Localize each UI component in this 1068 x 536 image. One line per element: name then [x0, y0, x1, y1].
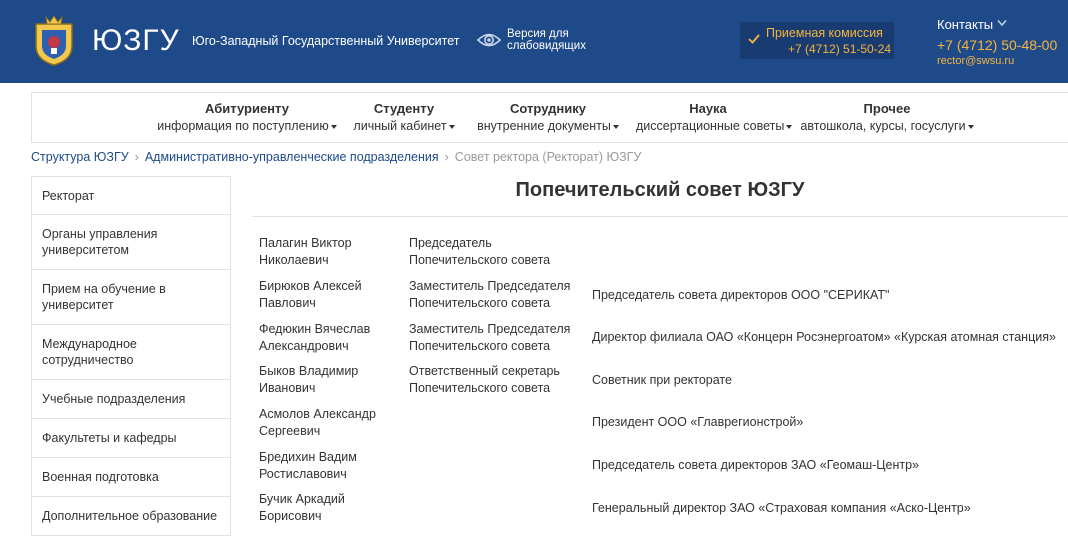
sidebar-item-international[interactable]: Международное сотрудничество — [31, 325, 231, 380]
breadcrumb-link[interactable]: Структура ЮЗГУ — [31, 150, 129, 164]
member-position: Председатель совета директоров ООО "СЕРИ… — [592, 288, 890, 302]
breadcrumb-separator: › — [134, 150, 139, 164]
member-role: Заместитель Председателя Попечительского… — [409, 279, 571, 310]
member-position: Советник при ректорате — [592, 373, 732, 387]
sidebar-item-education-units[interactable]: Учебные подразделения — [31, 380, 231, 419]
sidebar-item-additional-education[interactable]: Дополнительное образование — [31, 497, 231, 536]
university-full-name: Юго-Западный Государственный Университет — [192, 34, 460, 48]
sidebar-item-admission[interactable]: Прием на обучение в университет — [31, 270, 231, 325]
member-position: Генеральный директор ЗАО «Страховая комп… — [592, 501, 971, 515]
nav-item-applicants[interactable]: Абитуриенту информация по поступлению — [157, 101, 337, 133]
admission-office-button[interactable]: Приемная комиссия +7 (4712) 51-50-24 — [740, 22, 894, 59]
member-role: Ответственный секретарь Попечительского … — [409, 364, 560, 395]
breadcrumb: Структура ЮЗГУ › Административно-управленч… — [31, 150, 641, 164]
chevron-down-icon[interactable] — [997, 19, 1007, 27]
caret-down-icon — [612, 124, 619, 129]
contacts-dropdown[interactable]: Контакты — [937, 17, 993, 32]
nav-item-students[interactable]: Студенту личный кабинет — [344, 101, 464, 133]
site-header: ЮЗГУ Юго-Западный Государственный Универ… — [0, 0, 1068, 83]
nav-subtitle[interactable]: личный кабинет — [344, 119, 464, 133]
breadcrumb-link[interactable]: Административно-управленческие подраздел… — [145, 150, 439, 164]
member-name: Асмолов Александр Сергеевич — [259, 407, 376, 438]
nav-item-staff[interactable]: Сотруднику внутренние документы — [468, 101, 628, 133]
member-name: Быков Владимир Иванович — [259, 364, 359, 395]
nav-item-science[interactable]: Наука диссертационные советы — [636, 101, 793, 133]
main-navigation: Абитуриенту информация по поступлению Ст… — [31, 92, 1068, 143]
nav-title: Наука — [689, 101, 727, 116]
member-role: Председатель Попечительского совета — [409, 236, 551, 267]
nav-subtitle-text: внутренние документы — [477, 119, 611, 133]
page-title: Попечительский совет ЮЗГУ — [515, 179, 805, 201]
member-position: Председатель совета директоров ЗАО «Геом… — [592, 458, 920, 472]
sidebar-menu: Ректорат Органы управления университетом… — [31, 176, 231, 536]
member-name: Палагин Виктор Николаевич — [259, 236, 352, 267]
member-name: Федюкин Вячеслав Александрович — [259, 322, 371, 353]
caret-down-icon — [448, 124, 455, 129]
nav-title: Сотруднику — [510, 101, 586, 116]
nav-subtitle[interactable]: автошкола, курсы, госуслуги — [787, 119, 987, 133]
caret-down-icon — [330, 124, 337, 129]
sidebar-item-faculties[interactable]: Факультеты и кафедры — [31, 419, 231, 458]
contacts-email[interactable]: rector@swsu.ru — [937, 55, 1014, 67]
accessibility-version-link[interactable]: Версия для слабовидящих — [507, 28, 586, 52]
caret-down-icon — [967, 124, 974, 129]
coat-of-arms-logo[interactable] — [30, 14, 78, 66]
nav-subtitle[interactable]: информация по поступлению — [157, 119, 337, 133]
admission-phone: +7 (4712) 51-50-24 — [788, 42, 892, 56]
sidebar-item-rectorate[interactable]: Ректорат — [31, 176, 231, 215]
breadcrumb-current: Совет ректора (Ректорат) ЮЗГУ — [454, 150, 642, 164]
nav-subtitle-text: информация по поступлению — [157, 119, 329, 133]
title-divider — [252, 216, 1068, 217]
accessibility-line-2: слабовидящих — [507, 40, 586, 52]
member-name: Бучик Аркадий Борисович — [259, 492, 345, 523]
sidebar-item-military[interactable]: Военная подготовка — [31, 458, 231, 497]
nav-subtitle[interactable]: внутренние документы — [468, 119, 628, 133]
nav-subtitle-text: автошкола, курсы, госуслуги — [800, 119, 966, 133]
breadcrumb-separator: › — [444, 150, 449, 164]
member-name: Бирюков Алексей Павлович — [259, 279, 362, 310]
nav-title: Прочее — [863, 101, 911, 116]
brand-name[interactable]: ЮЗГУ — [92, 24, 180, 58]
admission-title: Приемная комиссия — [766, 26, 883, 40]
accessibility-line-1: Версия для — [507, 28, 569, 40]
member-name: Бредихин Вадим Ростиславович — [259, 450, 357, 481]
nav-item-other[interactable]: Прочее автошкола, курсы, госуслуги — [787, 101, 987, 133]
nav-subtitle[interactable]: диссертационные советы — [636, 119, 793, 133]
member-role: Заместитель Председателя Попечительского… — [409, 322, 571, 353]
member-position: Директор филиала ОАО «Концерн Росэнергоа… — [592, 330, 1056, 344]
contacts-phone[interactable]: +7 (4712) 50-48-00 — [937, 37, 1057, 53]
eye-icon[interactable] — [476, 29, 502, 51]
nav-title: Студенту — [373, 101, 435, 116]
sidebar-item-governance[interactable]: Органы управления университетом — [31, 215, 231, 270]
nav-subtitle-text: личный кабинет — [353, 119, 447, 133]
nav-title: Абитуриенту — [205, 101, 289, 116]
check-icon — [748, 34, 760, 44]
member-position: Президент ООО «Главрегионстрой» — [592, 415, 804, 429]
nav-subtitle-text: диссертационные советы — [636, 119, 785, 133]
